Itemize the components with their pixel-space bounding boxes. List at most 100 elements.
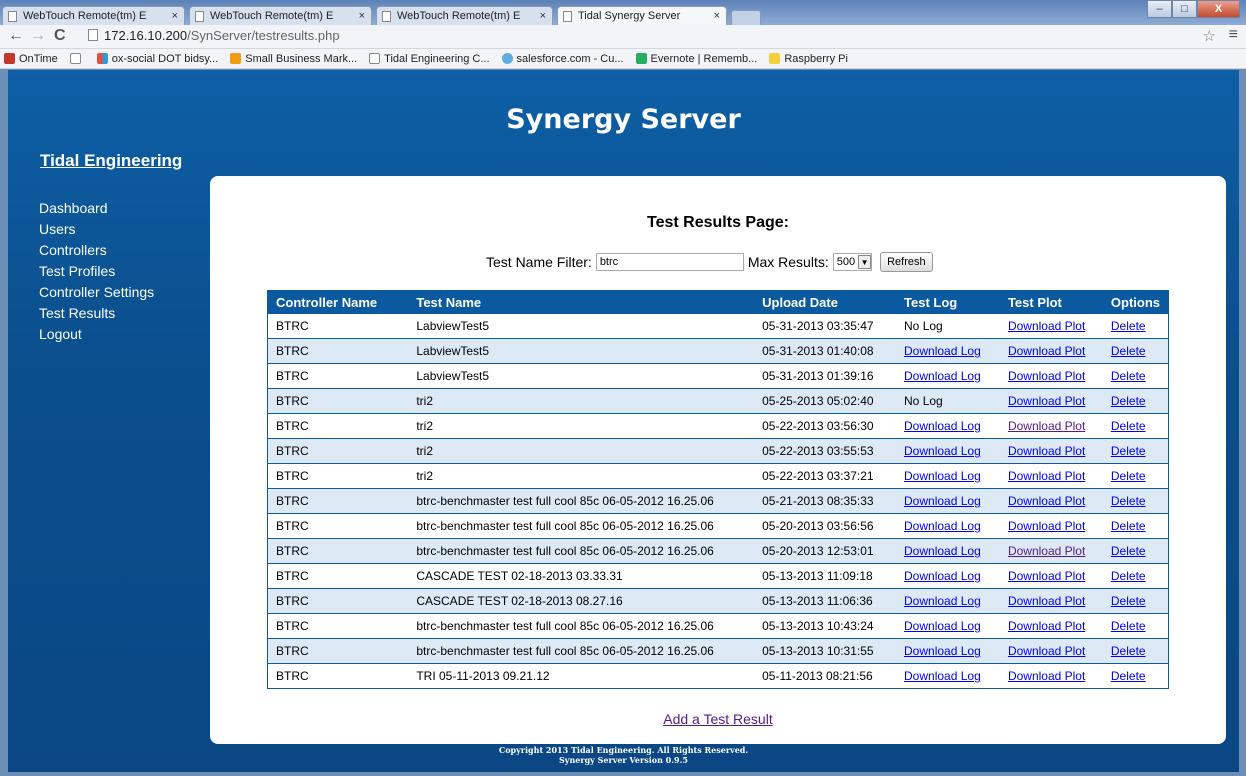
browser-tab-active[interactable]: Tidal Synergy Server × xyxy=(557,6,727,26)
upload-date-cell: 05-13-2013 10:31:55 xyxy=(754,638,897,664)
delete-link[interactable]: Delete xyxy=(1111,544,1146,558)
nav-controllers[interactable]: Controllers xyxy=(39,240,154,261)
bookmark-item[interactable]: OnTime xyxy=(4,53,58,65)
close-tab-icon[interactable]: × xyxy=(540,10,546,22)
menu-icon[interactable]: ≡ xyxy=(1229,26,1238,44)
download-plot-link[interactable]: Download Plot xyxy=(1008,594,1085,608)
delete-cell: Delete xyxy=(1102,413,1169,439)
delete-cell: Delete xyxy=(1102,638,1169,664)
test-name-cell: LabviewTest5 xyxy=(408,313,755,339)
controller-name-cell: BTRC xyxy=(267,463,409,489)
maximize-icon[interactable]: □ xyxy=(1172,0,1197,18)
test-log-link[interactable]: Download Log xyxy=(904,569,981,583)
download-plot-link[interactable]: Download Plot xyxy=(1008,619,1085,633)
delete-link[interactable]: Delete xyxy=(1111,644,1146,658)
delete-link[interactable]: Delete xyxy=(1111,444,1146,458)
delete-link[interactable]: Delete xyxy=(1111,669,1146,683)
test-log-link[interactable]: Download Log xyxy=(904,619,981,633)
download-plot-link[interactable]: Download Plot xyxy=(1008,319,1085,333)
max-results-select[interactable]: 500 ▼ xyxy=(832,253,873,271)
new-tab-button[interactable] xyxy=(731,10,761,26)
test-name-filter-input[interactable] xyxy=(595,253,744,271)
delete-link[interactable]: Delete xyxy=(1111,319,1146,333)
test-log-link[interactable]: Download Log xyxy=(904,594,981,608)
upload-date-cell: 05-20-2013 12:53:01 xyxy=(754,538,897,564)
download-plot-link[interactable]: Download Plot xyxy=(1008,469,1085,483)
bookmark-item[interactable]: ox-social DOT bidsy... xyxy=(96,53,218,65)
download-plot-link[interactable]: Download Plot xyxy=(1008,344,1085,358)
minimize-icon[interactable]: – xyxy=(1147,0,1172,18)
brand-link[interactable]: Tidal Engineering xyxy=(40,151,182,171)
address-bar[interactable]: 172.16.10.200/SynServer/testresults.php xyxy=(88,28,1208,46)
test-log-link[interactable]: Download Log xyxy=(904,544,981,558)
nav-test-profiles[interactable]: Test Profiles xyxy=(39,261,154,282)
reload-icon[interactable]: C xyxy=(54,27,66,45)
nav-logout[interactable]: Logout xyxy=(39,324,154,345)
close-window-icon[interactable]: X xyxy=(1197,0,1240,18)
forward-arrow-icon[interactable]: → xyxy=(30,27,46,45)
delete-link[interactable]: Delete xyxy=(1111,369,1146,383)
nav-dashboard[interactable]: Dashboard xyxy=(39,198,154,219)
delete-cell: Delete xyxy=(1102,588,1169,614)
delete-link[interactable]: Delete xyxy=(1111,394,1146,408)
download-plot-link[interactable]: Download Plot xyxy=(1008,419,1085,433)
test-log-link[interactable]: Download Log xyxy=(904,494,981,508)
test-log-link[interactable]: Download Log xyxy=(904,469,981,483)
delete-link[interactable]: Delete xyxy=(1111,619,1146,633)
close-tab-icon[interactable]: × xyxy=(359,10,365,22)
bookmark-item[interactable]: Evernote | Rememb... xyxy=(635,53,757,65)
browser-tab[interactable]: WebTouch Remote(tm) E × xyxy=(376,6,553,26)
controller-name-cell: BTRC xyxy=(267,613,409,639)
test-log-link[interactable]: Download Log xyxy=(904,644,981,658)
bookmark-item[interactable]: Raspberry Pi xyxy=(769,53,848,65)
download-plot-link[interactable]: Download Plot xyxy=(1008,644,1085,658)
close-tab-icon[interactable]: × xyxy=(172,10,178,22)
download-plot-link[interactable]: Download Plot xyxy=(1008,394,1085,408)
delete-link[interactable]: Delete xyxy=(1111,419,1146,433)
test-log-link[interactable]: Download Log xyxy=(904,344,981,358)
bookmark-star-icon[interactable]: ☆ xyxy=(1203,27,1216,45)
bookmark-item[interactable]: Small Business Mark... xyxy=(230,53,357,65)
download-plot-link[interactable]: Download Plot xyxy=(1008,519,1085,533)
refresh-button[interactable]: Refresh xyxy=(880,252,933,272)
test-log-link[interactable]: Download Log xyxy=(904,669,981,683)
controller-name-cell: BTRC xyxy=(267,563,409,589)
download-plot-link[interactable]: Download Plot xyxy=(1008,444,1085,458)
test-log-link[interactable]: Download Log xyxy=(904,369,981,383)
download-plot-cell: Download Plot xyxy=(999,413,1103,439)
bookmark-item[interactable]: salesforce.com - Cu... xyxy=(501,53,624,65)
test-log-link[interactable]: Download Log xyxy=(904,519,981,533)
close-tab-icon[interactable]: × xyxy=(714,10,720,22)
controller-name-cell: BTRC xyxy=(267,638,409,664)
site-title: Synergy Server xyxy=(506,104,741,135)
download-plot-link[interactable]: Download Plot xyxy=(1008,669,1085,683)
download-plot-link[interactable]: Download Plot xyxy=(1008,494,1085,508)
test-name-cell: btrc-benchmaster test full cool 85c 06-0… xyxy=(408,613,755,639)
delete-link[interactable]: Delete xyxy=(1111,344,1146,358)
delete-link[interactable]: Delete xyxy=(1111,519,1146,533)
test-log-link[interactable]: Download Log xyxy=(904,419,981,433)
nav-test-results[interactable]: Test Results xyxy=(39,303,154,324)
delete-link[interactable]: Delete xyxy=(1111,494,1146,508)
browser-tab[interactable]: WebTouch Remote(tm) E × xyxy=(189,6,372,26)
test-log-cell: Download Log xyxy=(896,413,1000,439)
browser-tab[interactable]: WebTouch Remote(tm) E × xyxy=(2,6,185,26)
nav-controller-settings[interactable]: Controller Settings xyxy=(39,282,154,303)
test-log-cell: Download Log xyxy=(896,513,1000,539)
delete-link[interactable]: Delete xyxy=(1111,569,1146,583)
delete-link[interactable]: Delete xyxy=(1111,594,1146,608)
test-name-cell: tri2 xyxy=(408,388,755,414)
back-arrow-icon[interactable]: ← xyxy=(8,27,24,45)
page-icon xyxy=(382,11,391,22)
test-log-link[interactable]: Download Log xyxy=(904,444,981,458)
upload-date-cell: 05-22-2013 03:37:21 xyxy=(754,463,897,489)
bookmark-item[interactable] xyxy=(69,53,85,64)
nav-users[interactable]: Users xyxy=(39,219,154,240)
download-plot-link[interactable]: Download Plot xyxy=(1008,369,1085,383)
download-plot-link[interactable]: Download Plot xyxy=(1008,569,1085,583)
bookmark-item[interactable]: Tidal Engineering C... xyxy=(369,53,490,65)
test-log-cell: Download Log xyxy=(896,338,1000,364)
delete-link[interactable]: Delete xyxy=(1111,469,1146,483)
add-test-result-link[interactable]: Add a Test Result xyxy=(663,711,772,727)
download-plot-link[interactable]: Download Plot xyxy=(1008,544,1085,558)
